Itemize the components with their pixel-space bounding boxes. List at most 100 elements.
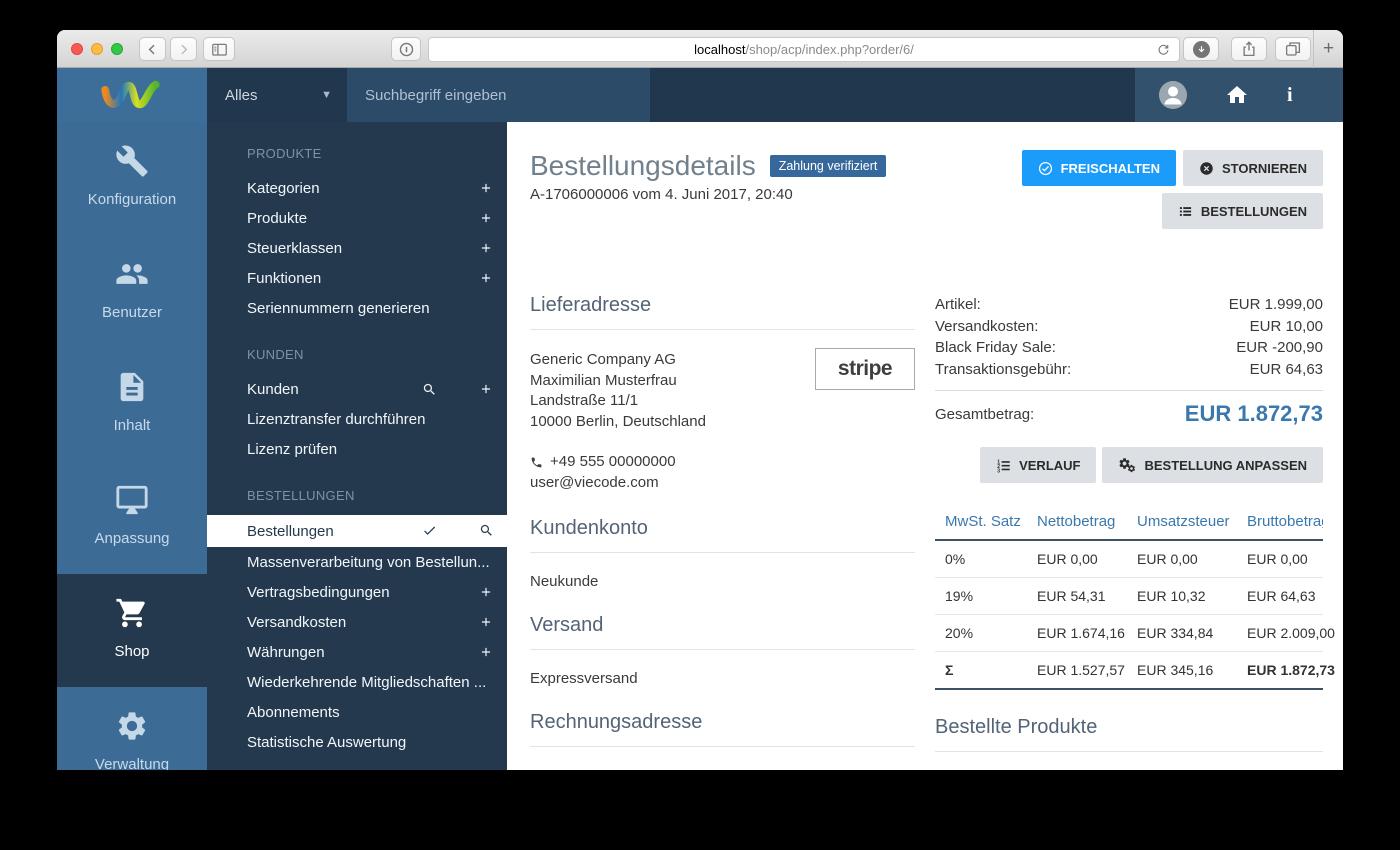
main-nav: Konfiguration Benutzer Inhalt Anpassung … [57,122,207,770]
freischalten-button[interactable]: FREISCHALTEN [1021,150,1176,186]
page-header: Bestellungsdetails Zahlung verifiziert A… [530,150,1323,236]
section-heading-rechnungsadresse: Rechnungsadresse [530,711,915,747]
phone-icon [530,456,543,469]
check-circle-icon [1038,161,1053,176]
minimize-button[interactable] [91,43,103,55]
share-icon [1240,40,1258,58]
shipping-address-section: Lieferadresse Generic Company AG Maximil… [530,294,915,493]
menu-item-wiederkehrende[interactable]: Wiederkehrende Mitgliedschaften ... [207,667,507,697]
shipping-address: Generic Company AG Maximilian Musterfrau… [530,351,706,430]
info-button[interactable]: i [1287,84,1293,107]
table-row: 19% EUR 54,31 EUR 10,32 EUR 64,63 [935,577,1323,615]
menu-item-abonnements[interactable]: Abonnements [207,697,507,727]
plus-icon[interactable] [479,271,493,285]
totals-row: Black Friday Sale: EUR -200,90 [935,339,1323,356]
sidebar-toggle-button[interactable] [203,37,235,61]
menu-item-waehrungen[interactable]: Währungen [207,637,507,667]
nav-item-shop[interactable]: Shop [57,574,207,687]
plus-icon[interactable] [479,211,493,225]
nav-item-anpassung[interactable]: Anpassung [57,461,207,574]
screenshot-stage: localhost/shop/acp/index.php?order/6/ + [0,0,1400,850]
order-meta: A-1706000006 vom 4. Juni 2017, 20:40 [530,186,793,203]
menu-section-produkte: PRODUKTE Kategorien Produkte Steuerklass… [207,146,507,323]
verlauf-button[interactable]: VERLAUF [980,447,1097,483]
totals-row: Transaktionsgebühr: EUR 64,63 [935,360,1323,378]
nav-item-inhalt[interactable]: Inhalt [57,348,207,461]
menu-item-lizenztransfer[interactable]: Lizenztransfer durchführen [207,404,507,434]
customer-section: Kundenkonto Neukunde [530,517,915,590]
plus-icon[interactable] [479,382,493,396]
home-icon [1225,83,1249,107]
order-totals: Artikel: EUR 1.999,00 Versandkosten: EUR… [935,294,1323,427]
extension-button[interactable] [391,37,421,61]
menu-item-kunden[interactable]: Kunden [207,374,507,404]
tab-overview-button[interactable] [1275,37,1311,61]
email-link[interactable]: user@viecode.com [530,473,915,494]
new-tab-button[interactable]: + [1313,30,1343,68]
menu-item-bestellungen[interactable]: Bestellungen [207,515,507,547]
share-button[interactable] [1231,37,1267,61]
search-box [347,68,650,122]
plus-icon[interactable] [479,615,493,629]
left-column: Lieferadresse Generic Company AG Maximil… [530,294,915,770]
page-actions: FREISCHALTEN STORNIEREN BESTELLUNGEN [1021,150,1323,236]
nav-item-konfiguration[interactable]: Konfiguration [57,122,207,235]
url-host: localhost [694,42,746,57]
chevron-left-icon [145,42,160,57]
menu-item-statistik[interactable]: Statistische Auswertung [207,727,507,757]
close-button[interactable] [71,43,83,55]
totals-row: Artikel: EUR 1.999,00 [935,296,1323,313]
url-path: /shop/acp/index.php?order/6/ [745,42,914,57]
plus-icon[interactable] [479,585,493,599]
nav-item-benutzer[interactable]: Benutzer [57,235,207,348]
shop-side-menu: PRODUKTE Kategorien Produkte Steuerklass… [207,122,507,770]
menu-item-kategorien[interactable]: Kategorien [207,173,507,203]
menu-item-massenverarbeitung[interactable]: Massenverarbeitung von Bestellun... [207,547,507,577]
search-icon[interactable] [479,523,494,538]
gear-icon [115,709,149,743]
home-button[interactable] [1225,83,1249,107]
stornieren-button[interactable]: STORNIEREN [1183,150,1323,186]
shipping-method-value: Expressversand [530,670,638,687]
menu-item-vertragsbedingungen[interactable]: Vertragsbedingungen [207,577,507,607]
section-heading-lieferadresse: Lieferadresse [530,294,915,330]
totals-divider [935,390,1323,391]
avatar[interactable] [1159,81,1187,109]
menu-section-bestellungen: BESTELLUNGEN Bestellungen Massenverarbei… [207,488,507,757]
forward-button[interactable] [170,37,197,61]
list-icon [1178,204,1193,219]
section-heading-versand: Versand [530,614,915,650]
search-icon[interactable] [422,382,437,397]
plus-icon[interactable] [479,645,493,659]
woltlab-logo[interactable] [57,68,207,122]
search-input[interactable] [347,86,650,104]
password-extension-icon [398,41,415,58]
nav-item-verwaltung[interactable]: Verwaltung [57,687,207,770]
menu-item-funktionen[interactable]: Funktionen [207,263,507,293]
bestellung-anpassen-button[interactable]: BESTELLUNG ANPASSEN [1102,447,1323,483]
billing-address-section: Rechnungsadresse [530,711,915,747]
tabs-icon [1284,40,1302,58]
users-icon [113,257,151,291]
url-bar[interactable]: localhost/shop/acp/index.php?order/6/ [428,37,1180,62]
menu-section-title: BESTELLUNGEN [247,488,355,503]
bestellungen-button[interactable]: BESTELLUNGEN [1161,193,1323,229]
downloads-button[interactable] [1183,37,1219,61]
tax-table: MwSt. Satz Nettobetrag Umsatzsteuer Brut… [935,513,1335,690]
zoom-button[interactable] [111,43,123,55]
page-title: Bestellungsdetails [530,150,756,181]
menu-item-produkte[interactable]: Produkte [207,203,507,233]
stripe-logo: stripe [815,348,915,390]
back-button[interactable] [139,37,166,61]
chevron-right-icon [176,42,191,57]
menu-item-steuerklassen[interactable]: Steuerklassen [207,233,507,263]
menu-item-versandkosten[interactable]: Versandkosten [207,607,507,637]
search-scope-dropdown[interactable]: Alles ▼ [207,68,347,122]
reload-icon[interactable] [1156,42,1171,57]
table-sum-row: Σ EUR 1.527,57 EUR 345,16 EUR 1.872,73 [935,651,1335,690]
menu-item-seriennummern[interactable]: Seriennummern generieren [207,293,507,323]
menu-item-lizenz-pruefen[interactable]: Lizenz prüfen [207,434,507,464]
plus-icon[interactable] [479,181,493,195]
sidebar-panel-icon [210,40,229,59]
plus-icon[interactable] [479,241,493,255]
